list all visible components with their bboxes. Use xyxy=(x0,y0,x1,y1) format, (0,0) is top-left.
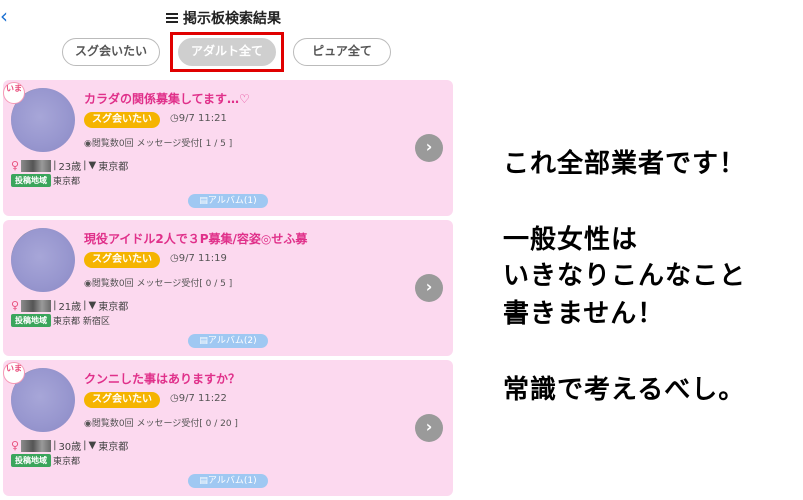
post-title[interactable]: 現役アイドル2人で３P募集/容姿◎せふ募 xyxy=(84,230,307,247)
tab-sugu-aitai[interactable]: スグ会いたい xyxy=(62,38,160,66)
clock-icon: ◷ xyxy=(170,253,179,264)
blurred-username xyxy=(21,299,52,312)
post-time: ◷9/7 11:21 xyxy=(170,113,227,124)
image-icon: ▤ xyxy=(199,476,208,486)
user-info: ♀ | 21歳 | ▼ 東京都 xyxy=(11,299,129,313)
post-title[interactable]: クンニした事はありますか？ xyxy=(84,370,240,387)
eye-icon: ◉ xyxy=(84,139,92,149)
user-location: 東京都 xyxy=(98,162,129,173)
page-title-text: 掲示板検索結果 xyxy=(183,11,281,27)
red-highlight-box xyxy=(170,32,284,72)
caption-line-2: 一般女性は xyxy=(503,225,639,255)
female-icon: ♀ xyxy=(11,159,20,172)
category-tag: スグ会いたい xyxy=(84,392,160,408)
user-age: 21歳 xyxy=(58,302,82,313)
chevron-right-icon[interactable]: › xyxy=(415,134,443,162)
post-card[interactable]: 現役アイドル2人で３P募集/容姿◎せふ募 スグ会いたい ◷9/7 11:19 ◉… xyxy=(3,220,453,356)
post-stats: ◉閲覧数0回 メッセージ受付[ 1 / 5 ] xyxy=(84,139,233,149)
user-info: ♀ | 30歳 | ▼ 東京都 xyxy=(11,439,129,453)
user-age: 30歳 xyxy=(58,442,82,453)
user-location: 東京都 xyxy=(98,442,129,453)
now-badge: いま xyxy=(3,82,25,104)
post-region: 投稿地域 東京都 新宿区 xyxy=(11,314,110,327)
list-icon xyxy=(166,12,178,24)
caption-line-4: 書きません！ xyxy=(503,299,665,329)
avatar[interactable] xyxy=(5,222,77,294)
chevron-right-icon[interactable]: › xyxy=(415,414,443,442)
blurred-username xyxy=(21,159,52,172)
category-tag: スグ会いたい xyxy=(84,252,160,268)
female-icon: ♀ xyxy=(11,299,20,312)
post-time: ◷9/7 11:19 xyxy=(170,253,227,264)
back-chevron-icon[interactable]: ‹ xyxy=(0,6,14,26)
region-badge: 投稿地域 xyxy=(11,314,51,327)
female-icon: ♀ xyxy=(11,439,20,452)
region-badge: 投稿地域 xyxy=(11,174,51,187)
user-age: 23歳 xyxy=(58,162,82,173)
now-badge: いま xyxy=(3,362,25,384)
clock-icon: ◷ xyxy=(170,113,179,124)
caption-line-5: 常識で考えるべし。 xyxy=(503,375,746,405)
user-info: ♀ | 23歳 | ▼ 東京都 xyxy=(11,159,129,173)
location-pin-icon: ▼ xyxy=(88,300,97,311)
image-icon: ▤ xyxy=(199,196,208,206)
user-location: 東京都 xyxy=(98,302,129,313)
caption-line-1: これ全部業者です！ xyxy=(503,149,747,179)
region-badge: 投稿地域 xyxy=(11,454,51,467)
page-title: 掲示板検索結果 xyxy=(166,8,281,28)
eye-icon: ◉ xyxy=(84,279,92,289)
caption-line-3: いきなりこんなこと xyxy=(503,261,747,291)
location-pin-icon: ▼ xyxy=(88,440,97,451)
location-pin-icon: ▼ xyxy=(88,160,97,171)
post-card[interactable]: いま クンニした事はありますか？ スグ会いたい ◷9/7 11:22 ◉閲覧数0… xyxy=(3,360,453,496)
blurred-username xyxy=(21,439,52,452)
post-stats: ◉閲覧数0回 メッセージ受付[ 0 / 5 ] xyxy=(84,279,233,289)
clock-icon: ◷ xyxy=(170,393,179,404)
album-button[interactable]: ▤アルバム(2) xyxy=(188,334,268,348)
post-time: ◷9/7 11:22 xyxy=(170,393,227,404)
post-stats: ◉閲覧数0回 メッセージ受付[ 0 / 20 ] xyxy=(84,419,238,429)
chevron-right-icon[interactable]: › xyxy=(415,274,443,302)
album-button[interactable]: ▤アルバム(1) xyxy=(188,194,268,208)
eye-icon: ◉ xyxy=(84,419,92,429)
post-card[interactable]: いま カラダの関係募集してます…♡ スグ会いたい ◷9/7 11:21 ◉閲覧数… xyxy=(3,80,453,216)
album-button[interactable]: ▤アルバム(1) xyxy=(188,474,268,488)
post-region: 投稿地域 東京都 xyxy=(11,174,80,187)
post-title[interactable]: カラダの関係募集してます…♡ xyxy=(84,90,250,107)
tab-pure-all[interactable]: ピュア全て xyxy=(293,38,391,66)
category-tag: スグ会いたい xyxy=(84,112,160,128)
post-region: 投稿地域 東京都 xyxy=(11,454,80,467)
image-icon: ▤ xyxy=(199,336,208,346)
